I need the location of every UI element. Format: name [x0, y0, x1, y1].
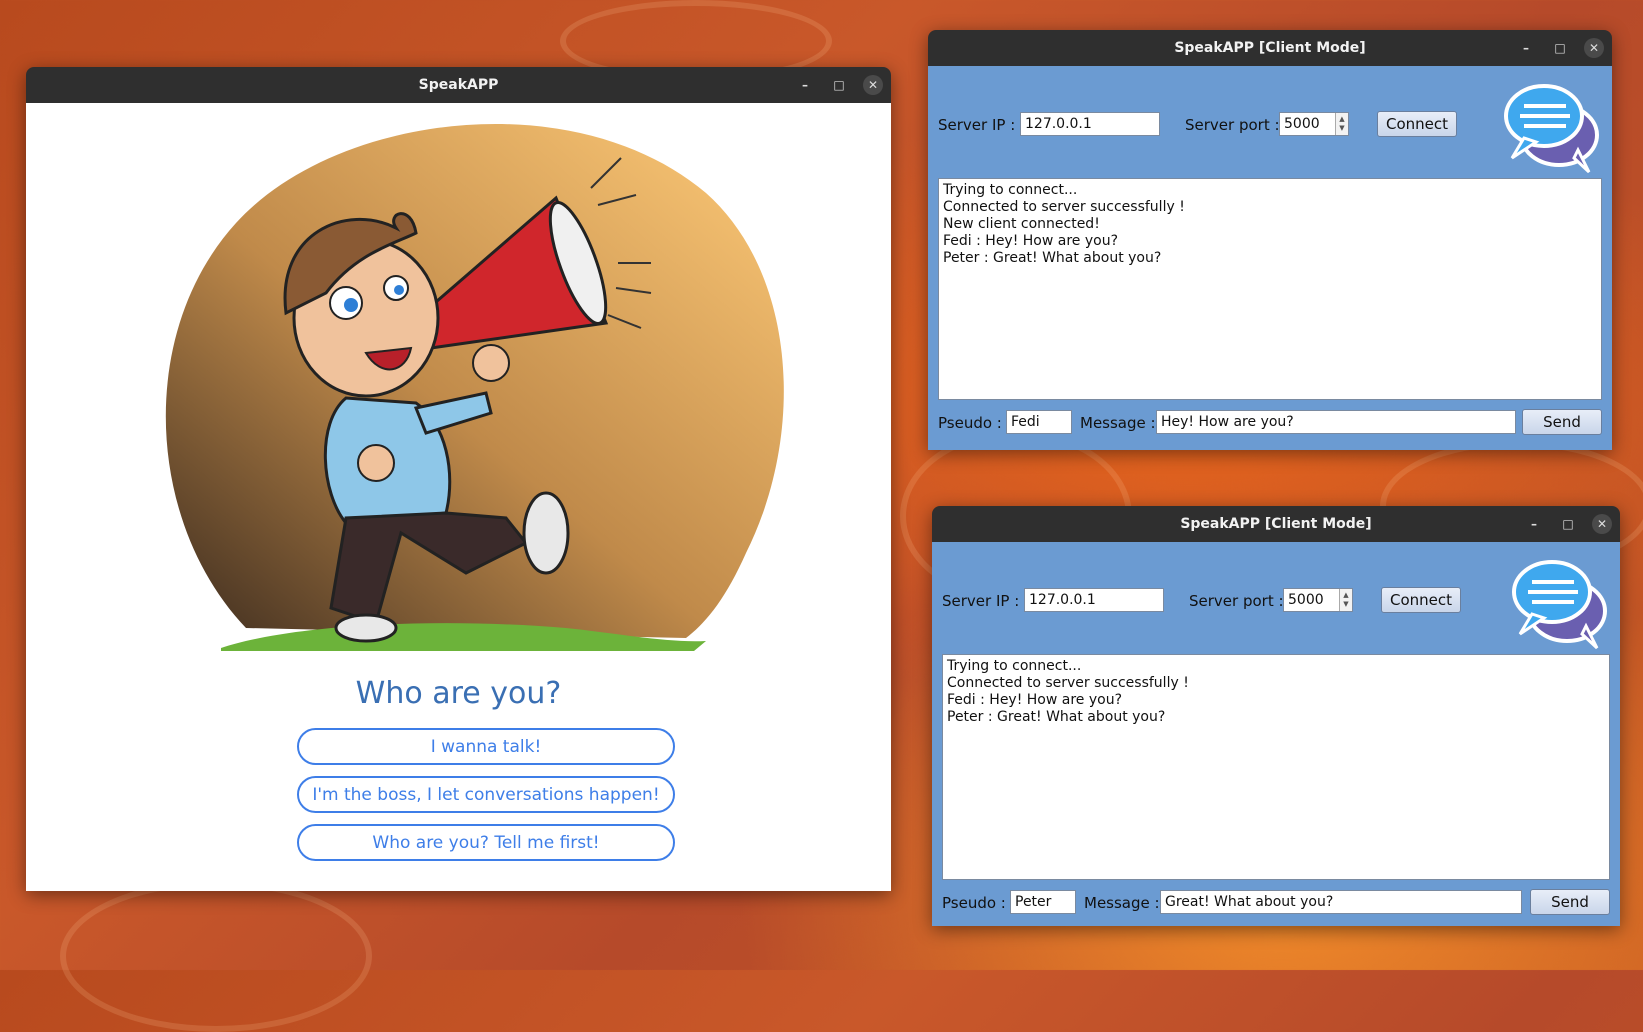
send-button[interactable]: Send	[1530, 889, 1610, 915]
server-port-spinner[interactable]: 5000 ▲ ▼	[1283, 588, 1353, 612]
client-window-content: Server IP : 127.0.0.1 Server port : 5000…	[932, 542, 1620, 926]
client-window-titlebar[interactable]: SpeakAPP [Client Mode] – □ ✕	[928, 30, 1612, 66]
maximize-icon[interactable]: □	[829, 75, 849, 95]
server-ip-input[interactable]: 127.0.0.1	[1024, 588, 1164, 612]
pseudo-label: Pseudo :	[942, 894, 1006, 912]
spinner-arrows-icon[interactable]: ▲ ▼	[1335, 113, 1348, 135]
main-window: SpeakAPP – □ ✕ Who are you? I wanna talk…	[26, 67, 891, 891]
close-icon[interactable]: ✕	[1592, 514, 1612, 534]
chat-log[interactable]: Trying to connect... Connected to server…	[942, 654, 1610, 880]
window-title: SpeakAPP [Client Mode]	[1180, 516, 1372, 532]
spinner-arrows-icon[interactable]: ▲ ▼	[1339, 589, 1352, 611]
client-window-2: SpeakAPP [Client Mode] – □ ✕ Server IP :…	[932, 506, 1620, 926]
client-window-titlebar[interactable]: SpeakAPP [Client Mode] – □ ✕	[932, 506, 1620, 542]
log-line: Connected to server successfully !	[947, 675, 1189, 691]
pseudo-label: Pseudo :	[938, 414, 1002, 432]
close-icon[interactable]: ✕	[863, 75, 883, 95]
maximize-icon[interactable]: □	[1558, 514, 1578, 534]
minimize-icon[interactable]: –	[795, 75, 815, 95]
message-input[interactable]: Hey! How are you?	[1156, 410, 1516, 434]
log-line: Peter : Great! What about you?	[947, 709, 1166, 725]
log-line: Fedi : Hey! How are you?	[943, 233, 1119, 249]
minimize-icon[interactable]: –	[1524, 514, 1544, 534]
chat-log[interactable]: Trying to connect... Connected to server…	[938, 178, 1602, 400]
server-port-label: Server port :	[1185, 116, 1280, 134]
log-line: Trying to connect...	[943, 182, 1078, 198]
server-ip-input[interactable]: 127.0.0.1	[1020, 112, 1160, 136]
connect-button[interactable]: Connect	[1381, 587, 1461, 613]
server-port-value: 5000	[1284, 116, 1320, 132]
connect-button[interactable]: Connect	[1377, 111, 1457, 137]
message-label: Message :	[1080, 414, 1156, 432]
log-line: Trying to connect...	[947, 658, 1082, 674]
window-title: SpeakAPP [Client Mode]	[1174, 40, 1366, 56]
server-port-spinner[interactable]: 5000 ▲ ▼	[1279, 112, 1349, 136]
chat-bubbles-icon	[1504, 84, 1599, 174]
window-controls: – □ ✕	[795, 67, 883, 103]
log-line: Fedi : Hey! How are you?	[947, 692, 1123, 708]
log-line: Connected to server successfully !	[943, 199, 1185, 215]
log-line: New client connected!	[943, 216, 1100, 232]
server-ip-label: Server IP :	[942, 592, 1020, 610]
choice-button-boss[interactable]: I'm the boss, I let conversations happen…	[297, 776, 675, 813]
client-window-content: Server IP : 127.0.0.1 Server port : 5000…	[928, 66, 1612, 450]
choice-button-tell-me-first[interactable]: Who are you? Tell me first!	[297, 824, 675, 861]
log-line: Peter : Great! What about you?	[943, 250, 1162, 266]
server-ip-label: Server IP :	[938, 116, 1016, 134]
window-title: SpeakAPP	[418, 77, 499, 93]
chat-bubbles-icon	[1512, 560, 1607, 650]
boy-megaphone-illustration	[165, 123, 784, 651]
server-port-value: 5000	[1288, 592, 1324, 608]
client-window-1: SpeakAPP [Client Mode] – □ ✕ Server IP :…	[928, 30, 1612, 450]
send-button[interactable]: Send	[1522, 409, 1602, 435]
pseudo-input[interactable]: Peter	[1010, 890, 1076, 914]
message-input[interactable]: Great! What about you?	[1160, 890, 1522, 914]
choice-button-talk[interactable]: I wanna talk!	[297, 728, 675, 765]
wallpaper-swirl	[60, 880, 372, 1032]
close-icon[interactable]: ✕	[1584, 38, 1604, 58]
main-window-content: Who are you? I wanna talk! I'm the boss,…	[26, 103, 891, 891]
who-are-you-heading: Who are you?	[355, 676, 562, 711]
message-label: Message :	[1084, 894, 1160, 912]
maximize-icon[interactable]: □	[1550, 38, 1570, 58]
window-controls: – □ ✕	[1516, 30, 1604, 66]
main-window-titlebar[interactable]: SpeakAPP – □ ✕	[26, 67, 891, 103]
pseudo-input[interactable]: Fedi	[1006, 410, 1072, 434]
minimize-icon[interactable]: –	[1516, 38, 1536, 58]
window-controls: – □ ✕	[1524, 506, 1612, 542]
server-port-label: Server port :	[1189, 592, 1284, 610]
